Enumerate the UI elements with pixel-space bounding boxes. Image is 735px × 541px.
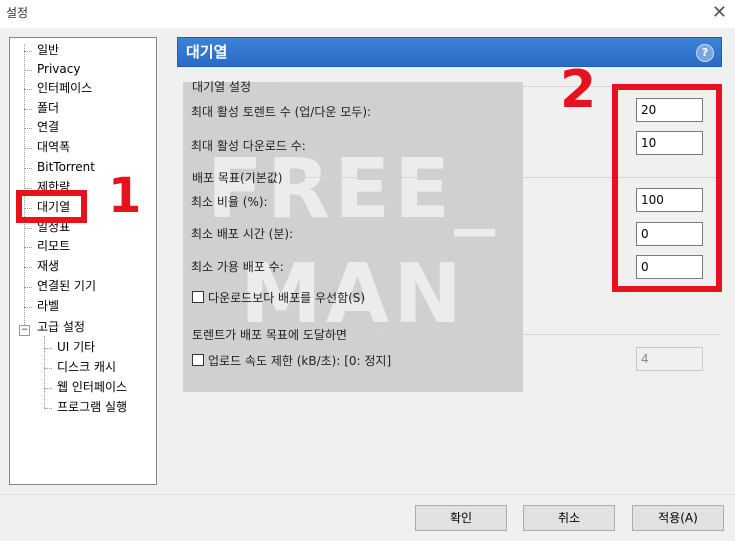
tree-item-bandwidth[interactable]: 대역폭 [36,138,71,156]
prioritize-seeding-checkbox[interactable] [192,291,204,303]
limit-upload-label: 업로드 속도 제한 (kB/초): [0: 정지] [208,354,392,368]
tree-item-ui-extras[interactable]: UI 기타 [56,338,96,356]
close-icon[interactable]: ✕ [712,2,727,23]
tree-item-connection[interactable]: 연결 [36,118,60,136]
tree-item-interface[interactable]: 인터페이스 [36,79,93,97]
marker-1: 1 [108,168,142,224]
tree-item-remote[interactable]: 리모트 [36,237,71,255]
apply-button[interactable]: 적용(A) [632,505,724,531]
panel-title: 대기열 [186,43,228,61]
max-active-downloads-label: 최대 활성 다운로드 수: [191,139,306,153]
cancel-button[interactable]: 취소 [523,505,615,531]
tree-item-run-program[interactable]: 프로그램 실행 [56,398,128,416]
highlight-box-2 [612,84,722,292]
queue-settings-title: 대기열 설정 [192,80,252,94]
tree-item-general[interactable]: 일반 [36,41,60,59]
tree-item-web-ui[interactable]: 웹 인터페이스 [56,378,128,396]
panel-header: 대기열 ? [177,37,722,67]
min-ratio-label: 최소 비율 (%): [191,195,268,209]
limit-upload-input: 4 [636,347,703,371]
goal-reached-title: 토렌트가 배포 목표에 도달하면 [192,328,347,342]
ok-button[interactable]: 확인 [415,505,507,531]
tree-item-folders[interactable]: 폴더 [36,99,60,117]
help-icon[interactable]: ? [696,44,714,62]
tree-item-playback[interactable]: 재생 [36,257,60,275]
collapse-icon[interactable]: − [19,325,30,336]
settings-tree[interactable]: 일반 Privacy 인터페이스 폴더 연결 대역폭 BitTorrent 제한… [9,37,157,485]
highlight-box-1 [16,190,87,223]
tree-item-disk-cache[interactable]: 디스크 캐시 [56,358,117,376]
max-active-torrents-label: 최대 활성 토렌트 수 (업/다운 모두): [191,105,372,119]
window-title: 설정 [6,6,29,20]
title-bar: 설정 ✕ [0,0,735,28]
min-seed-time-label: 최소 배포 시간 (분): [191,227,294,241]
seeding-goals-title: 배포 목표(기본값) [192,171,283,185]
prioritize-seeding-label: 다운로드보다 배포를 우선함(S) [208,291,366,305]
watermark-line1: FREE_ [206,142,500,237]
limit-upload-checkbox[interactable] [192,354,204,366]
tree-item-labels[interactable]: 라벨 [36,297,60,315]
tree-item-bittorrent[interactable]: BitTorrent [36,158,96,176]
marker-2: 2 [560,60,597,120]
min-available-seeds-label: 최소 가용 배포 수: [191,260,284,274]
tree-item-advanced[interactable]: 고급 설정 [36,318,86,336]
tree-item-privacy[interactable]: Privacy [36,60,81,78]
tree-item-paired-devices[interactable]: 연결된 기기 [36,277,97,295]
